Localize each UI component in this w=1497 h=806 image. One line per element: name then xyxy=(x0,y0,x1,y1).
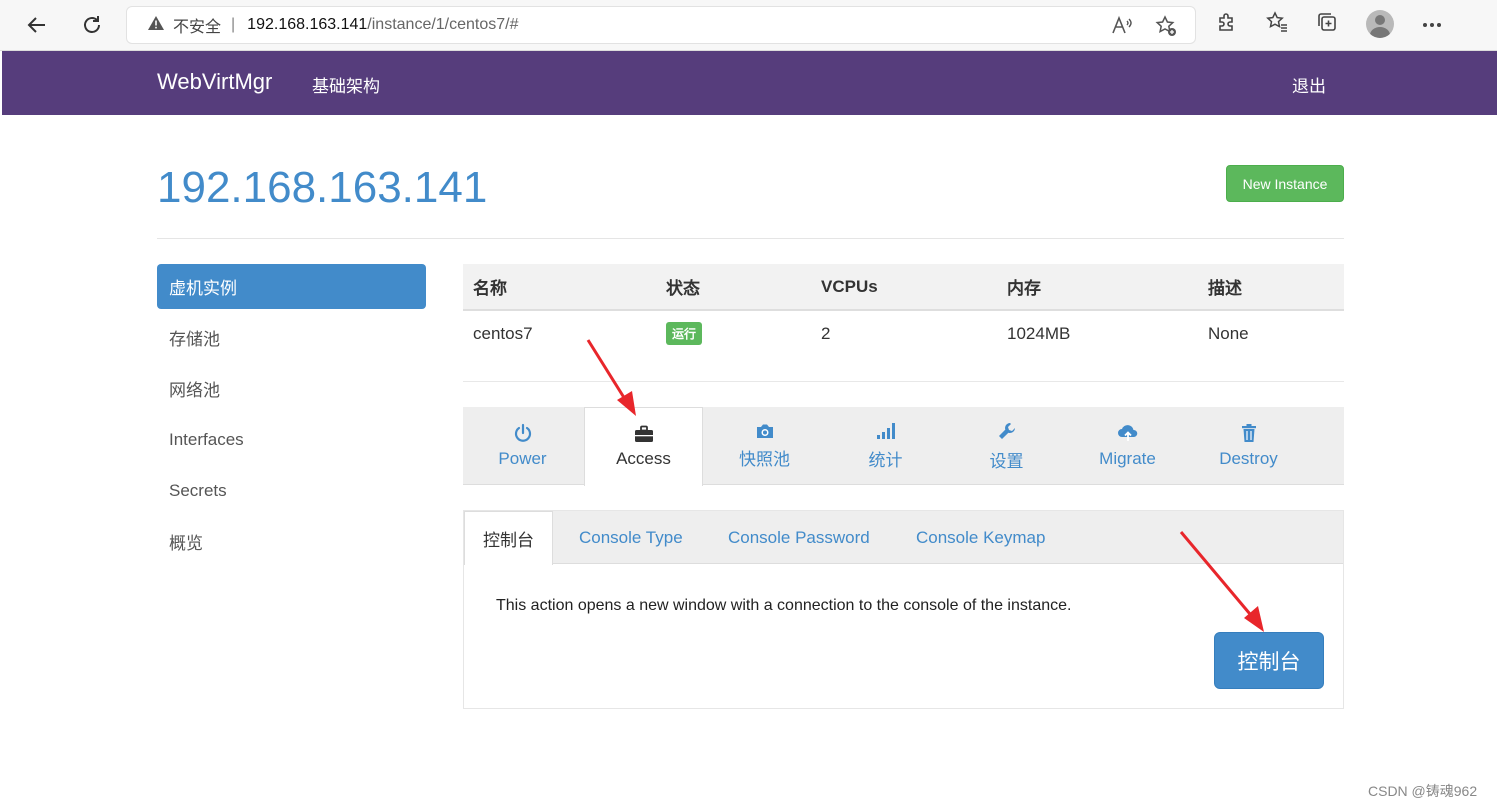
logout-link[interactable]: 退出 xyxy=(1292,72,1326,97)
cell-status: 运行 xyxy=(656,310,811,356)
address-bar[interactable]: 不安全 | 192.168.163.141 /instance/1/centos… xyxy=(126,6,1196,44)
subtab-console[interactable]: 控制台 xyxy=(464,511,553,565)
action-tabs: Power Access 快照池 统计 设置 Migrate Destroy xyxy=(463,407,1344,486)
wrench-icon xyxy=(997,421,1017,441)
browser-toolbar: 不安全 | 192.168.163.141 /instance/1/centos… xyxy=(0,0,1497,51)
tab-stats[interactable]: 统计 xyxy=(826,407,945,485)
extensions-icon[interactable] xyxy=(1216,11,1238,38)
tab-access-label: Access xyxy=(616,449,671,468)
sidebar-item-storage[interactable]: 存储池 xyxy=(157,312,426,363)
sidebar-item-secrets[interactable]: Secrets xyxy=(157,465,426,516)
insecure-label: 不安全 xyxy=(173,19,222,36)
subtab-console-keymap[interactable]: Console Keymap xyxy=(916,511,1045,564)
cell-memory: 1024MB xyxy=(1007,323,1071,343)
nav-infrastructure[interactable]: 基础架构 xyxy=(312,72,380,97)
column-header-status: 状态 xyxy=(656,264,811,311)
column-header-vcpus: VCPUs xyxy=(811,264,997,311)
camera-icon xyxy=(755,423,775,439)
sidebar-item-interfaces[interactable]: Interfaces xyxy=(157,414,426,465)
read-aloud-icon[interactable] xyxy=(1111,15,1133,42)
console-description: This action opens a new window with a co… xyxy=(496,597,1072,614)
power-icon xyxy=(513,423,533,443)
back-arrow-icon[interactable] xyxy=(22,10,52,40)
tab-power[interactable]: Power xyxy=(463,407,582,485)
table-bottom-rule xyxy=(463,381,1344,382)
collections-icon[interactable] xyxy=(1316,11,1338,38)
cell-vcpus: 2 xyxy=(821,323,831,343)
app-navbar: WebVirtMgr 基础架构 退出 xyxy=(2,51,1497,115)
trash-icon xyxy=(1240,423,1258,443)
sidebar-item-instances[interactable]: 虚机实例 xyxy=(157,264,426,309)
open-console-button[interactable]: 控制台 xyxy=(1214,632,1324,689)
tab-settings[interactable]: 设置 xyxy=(947,407,1066,485)
cell-description: None xyxy=(1208,323,1249,343)
tab-destroy[interactable]: Destroy xyxy=(1189,407,1308,485)
tab-destroy-label: Destroy xyxy=(1219,449,1278,468)
instance-table: 名称 状态 VCPUs 内存 描述 centos7 运行 2 1024MB No… xyxy=(463,264,1344,356)
watermark: CSDN @铸魂962 xyxy=(1368,783,1478,799)
briefcase-icon xyxy=(634,425,654,443)
tab-snapshots-label: 快照池 xyxy=(739,449,790,469)
sidebar: 虚机实例 存储池 网络池 Interfaces Secrets 概览 xyxy=(157,264,426,567)
cloud-upload-icon xyxy=(1117,423,1139,443)
url-host: 192.168.163.141 xyxy=(247,16,368,33)
subtab-console-password[interactable]: Console Password xyxy=(728,511,870,564)
sidebar-item-networks[interactable]: 网络池 xyxy=(157,363,426,414)
tab-migrate[interactable]: Migrate xyxy=(1068,407,1187,485)
cell-name: centos7 xyxy=(473,323,533,343)
warning-icon xyxy=(147,15,165,36)
table-row: centos7 运行 2 1024MB None xyxy=(463,310,1344,356)
tab-migrate-label: Migrate xyxy=(1099,449,1156,468)
console-panel: 控制台 Console Type Console Password Consol… xyxy=(463,510,1344,709)
tab-power-label: Power xyxy=(498,449,547,468)
column-header-description: 描述 xyxy=(1198,264,1344,311)
header-divider xyxy=(157,238,1344,239)
new-instance-button[interactable]: New Instance xyxy=(1226,165,1344,202)
tab-stats-label: 统计 xyxy=(868,450,903,470)
more-menu-icon[interactable] xyxy=(1422,15,1442,33)
status-badge: 运行 xyxy=(666,322,703,345)
table-header-row: 名称 状态 VCPUs 内存 描述 xyxy=(463,264,1344,311)
page-title: 192.168.163.141 xyxy=(157,163,488,212)
tab-settings-label: 设置 xyxy=(989,451,1024,471)
favorites-icon[interactable] xyxy=(1266,10,1288,38)
brand-logo[interactable]: WebVirtMgr xyxy=(157,69,272,95)
address-separator: | xyxy=(231,16,236,33)
sidebar-item-overview[interactable]: 概览 xyxy=(157,516,426,567)
console-subtabs: 控制台 Console Type Console Password Consol… xyxy=(464,511,1343,565)
tab-snapshots[interactable]: 快照池 xyxy=(705,407,824,485)
column-header-name: 名称 xyxy=(463,264,656,311)
tab-access[interactable]: Access xyxy=(584,407,703,486)
url-path: /instance/1/centos7/# xyxy=(367,16,519,33)
column-header-memory: 内存 xyxy=(997,264,1198,311)
refresh-icon[interactable] xyxy=(77,10,107,40)
signal-icon xyxy=(876,422,896,440)
profile-avatar[interactable] xyxy=(1366,10,1394,38)
add-favorite-icon[interactable] xyxy=(1155,15,1177,42)
subtab-console-type[interactable]: Console Type xyxy=(579,511,683,564)
